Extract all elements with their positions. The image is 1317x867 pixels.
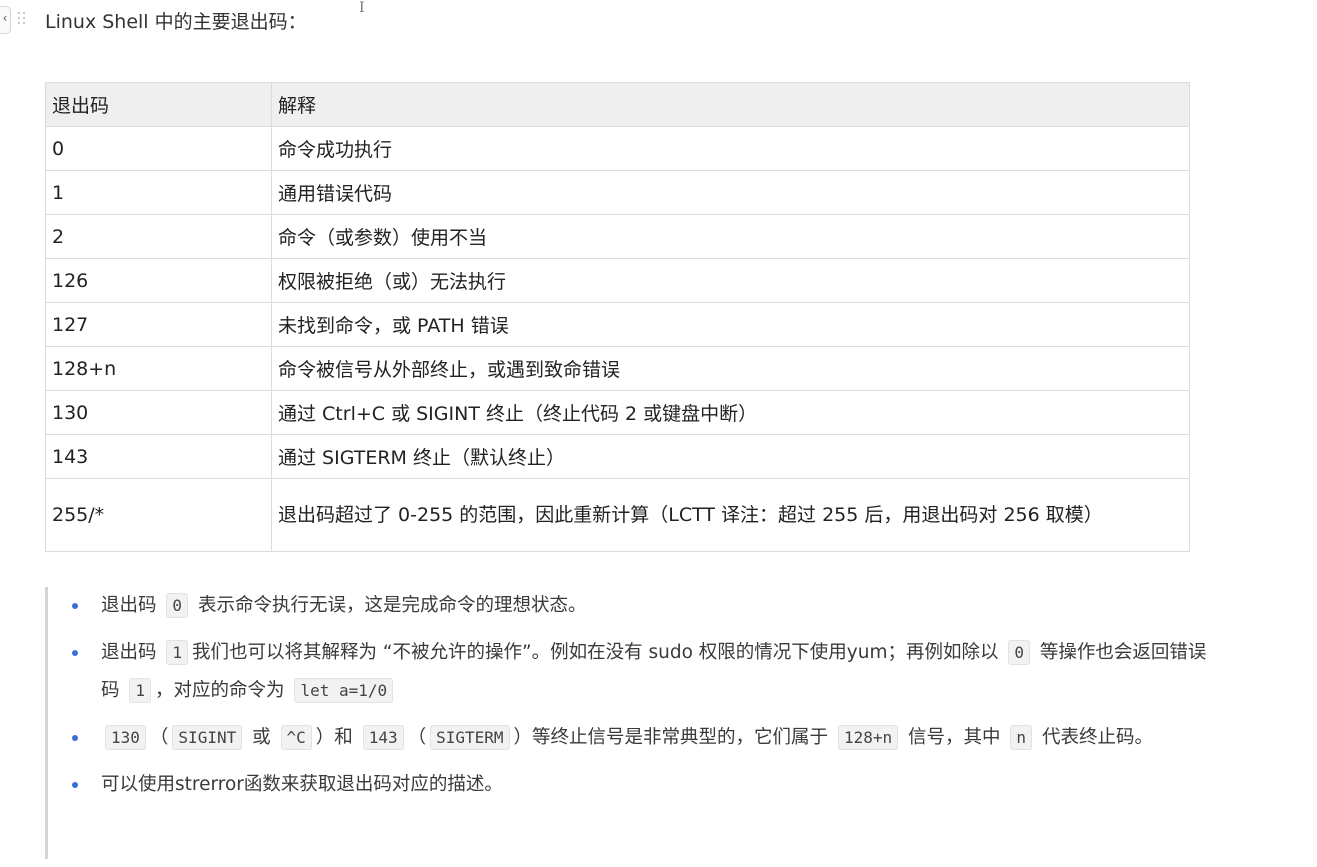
inline-code: 128+n xyxy=(837,725,899,750)
bullet-icon xyxy=(72,603,78,609)
note-text: 或 xyxy=(252,727,271,748)
description-cell: 未找到命令，或 PATH 错误 xyxy=(271,302,1190,347)
table-row: 128+n 命令被信号从外部终止，或遇到致命错误 xyxy=(45,346,1190,391)
table-row: 127 未找到命令，或 PATH 错误 xyxy=(45,302,1190,347)
inline-code: SIGINT xyxy=(172,725,243,750)
table-header-row: 退出码 解释 xyxy=(45,82,1190,127)
list-item: 退出码 0 表示命令执行无误，这是完成命令的理想状态。 xyxy=(48,587,1223,625)
description-cell: 命令被信号从外部终止，或遇到致命错误 xyxy=(271,346,1190,391)
description-cell: 命令（或参数）使用不当 xyxy=(271,214,1190,259)
note-text: 退出码 xyxy=(101,642,157,663)
bullet-icon xyxy=(72,735,78,741)
table-row: 2 命令（或参数）使用不当 xyxy=(45,214,1190,259)
list-item: 退出码 1 我们也可以将其解释为 “不被允许的操作”。例如在没有 sudo 权限的… xyxy=(48,634,1223,710)
exit-code-cell: 130 xyxy=(45,390,272,435)
note-text: ）等终止信号是非常典型的，它们属于 xyxy=(513,727,829,748)
table-row: 143 通过 SIGTERM 终止（默认终止） xyxy=(45,434,1190,479)
bullet-icon xyxy=(72,782,78,788)
inline-code: SIGTERM xyxy=(430,725,510,750)
note-text: 退出码 xyxy=(101,595,157,616)
table-row: 1 通用错误代码 xyxy=(45,170,1190,215)
header-description: 解释 xyxy=(271,82,1190,127)
description-cell: 退出码超过了 0-255 的范围，因此重新计算（LCTT 译注：超过 255 后… xyxy=(271,478,1190,552)
note-text: 我们也可以将其解释为 “不被允许的操作”。例如在没有 sudo 权限的情况下使用… xyxy=(192,642,999,663)
inline-code: let a=1/0 xyxy=(294,678,394,703)
note-text: 代表终止码。 xyxy=(1041,727,1153,748)
table-row: 255/* 退出码超过了 0-255 的范围，因此重新计算（LCTT 译注：超过… xyxy=(45,478,1190,552)
note-text: ，对应的命令为 xyxy=(155,680,285,701)
note-text: 可以使用strerror函数来获取退出码对应的描述。 xyxy=(101,774,503,795)
inline-code: 143 xyxy=(362,725,404,750)
exit-code-cell: 128+n xyxy=(45,346,272,391)
note-text: （ xyxy=(407,727,427,748)
note-text: ）和 xyxy=(315,727,353,748)
note-text: 表示命令执行无误，这是完成命令的理想状态。 xyxy=(197,595,587,616)
inline-code: 1 xyxy=(129,678,152,703)
exit-code-cell: 1 xyxy=(45,170,272,215)
inline-code: 0 xyxy=(1008,640,1031,665)
description-cell: 权限被拒绝（或）无法执行 xyxy=(271,258,1190,303)
notes-list: 退出码 0 表示命令执行无误，这是完成命令的理想状态。 退出码 1 我们也可以将其… xyxy=(48,587,1223,804)
inline-code: ^C xyxy=(280,725,312,750)
exit-code-cell: 143 xyxy=(45,434,272,479)
table-row: 126 权限被拒绝（或）无法执行 xyxy=(45,258,1190,303)
exit-code-cell: 255/* xyxy=(45,478,272,552)
inline-code: n xyxy=(1010,725,1033,750)
exit-code-cell: 126 xyxy=(45,258,272,303)
table-row: 130 通过 Ctrl+C 或 SIGINT 终止（终止代码 2 或键盘中断） xyxy=(45,390,1190,435)
inline-code: 130 xyxy=(105,725,146,750)
exit-code-cell: 0 xyxy=(45,126,272,171)
description-cell: 通过 SIGTERM 终止（默认终止） xyxy=(271,434,1190,479)
exit-code-table: 退出码 解释 0 命令成功执行 1 通用错误代码 2 命令（或参数）使用不当 1… xyxy=(45,82,1190,552)
drag-handle-icon[interactable] xyxy=(18,12,28,26)
list-item: 可以使用strerror函数来获取退出码对应的描述。 xyxy=(48,766,1223,804)
description-cell: 通用错误代码 xyxy=(271,170,1190,215)
header-exit-code: 退出码 xyxy=(45,82,272,127)
table-row: 0 命令成功执行 xyxy=(45,126,1190,171)
note-text: （ xyxy=(149,727,169,748)
note-text: 信号，其中 xyxy=(908,727,1001,748)
section-heading: Linux Shell 中的主要退出码： xyxy=(45,11,307,33)
bullet-icon xyxy=(72,650,78,656)
text-cursor-icon: I xyxy=(359,0,365,16)
description-cell: 命令成功执行 xyxy=(271,126,1190,171)
notes-blockquote: 退出码 0 表示命令执行无误，这是完成命令的理想状态。 退出码 1 我们也可以将其… xyxy=(45,587,1223,859)
inline-code: 1 xyxy=(166,640,189,665)
exit-code-cell: 2 xyxy=(45,214,272,259)
inline-code: 0 xyxy=(166,593,189,618)
list-item: 130 （SIGINT 或 ^C ）和 143 （SIGTERM ）等终止信号是非常典型… xyxy=(48,719,1223,757)
exit-code-cell: 127 xyxy=(45,302,272,347)
block-menu-icon[interactable]: ‹ xyxy=(0,6,11,34)
description-cell: 通过 Ctrl+C 或 SIGINT 终止（终止代码 2 或键盘中断） xyxy=(271,390,1190,435)
